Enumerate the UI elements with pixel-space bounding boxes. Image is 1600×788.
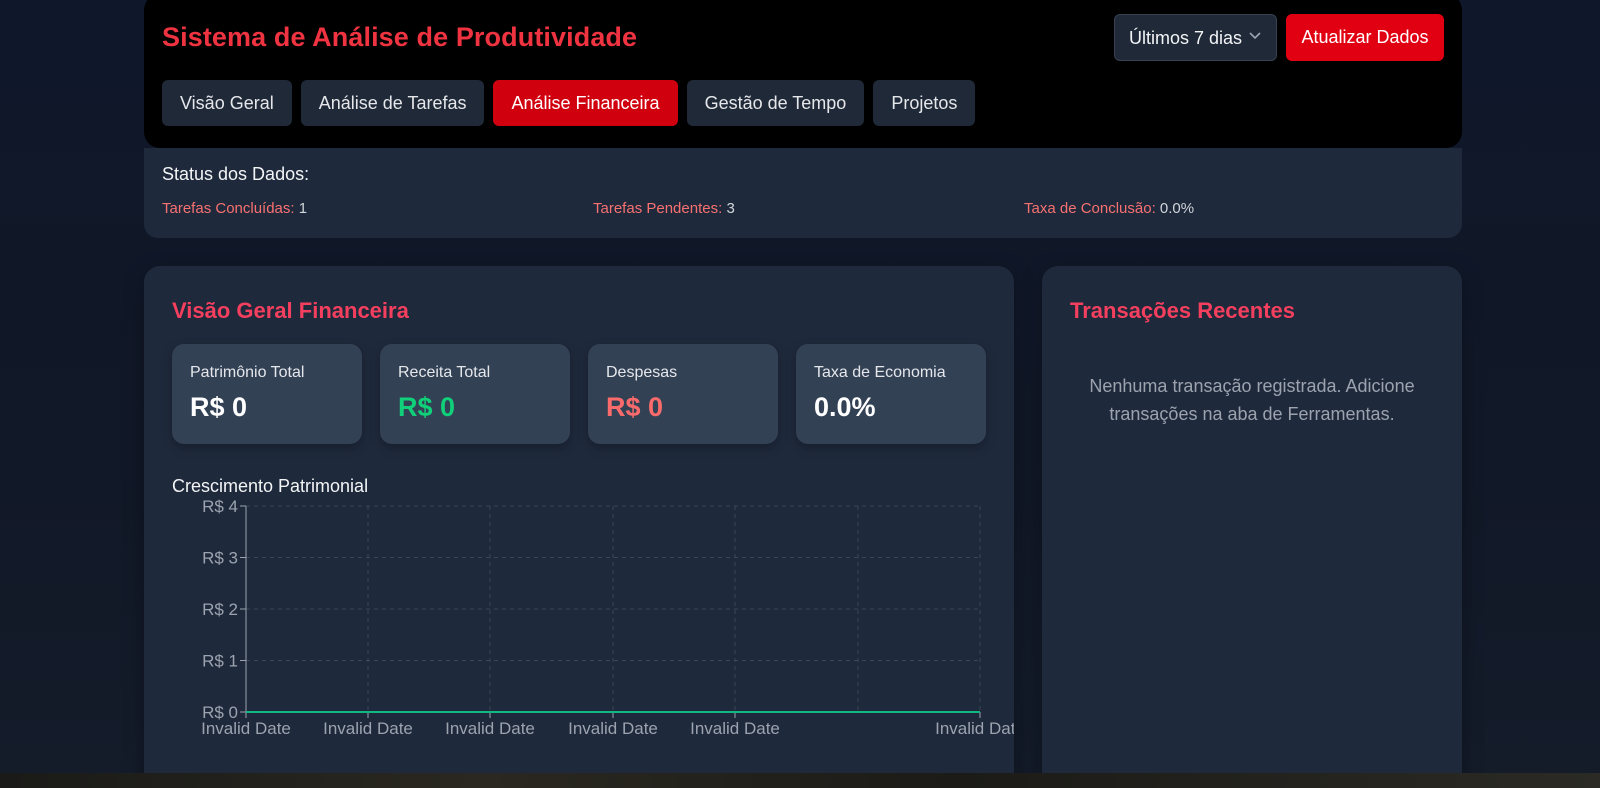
date-range-select[interactable]: Últimos 7 dias [1114,14,1277,61]
wealth-growth-chart: R$ 0R$ 1R$ 2R$ 3R$ 4Invalid Date Invalid … [201,497,1014,738]
chart-title: Crescimento Patrimonial [172,476,369,496]
metric-label: Taxa de Economia [814,364,946,381]
metric-value: R$ 0 [190,392,248,422]
app-header: Sistema de Análise de Produtividade Últi… [144,0,1462,148]
status-label: Tarefas Concluídas: [162,200,295,217]
financial-overview-title: Visão Geral Financeira [172,298,409,323]
date-range-value: Últimos 7 dias [1129,28,1243,48]
y-tick-label: R$ 3 [202,549,238,568]
status-value: 0.0% [1159,200,1195,217]
metric-value: R$ 0 [398,392,456,422]
status-completed-tasks: Tarefas Concluídas: 1 [162,200,307,217]
status-value: 3 [726,200,735,217]
status-completion-rate: Taxa de Conclusão: 0.0% [1024,200,1194,217]
recent-transactions-card: Transações Recentes Nenhuma transação re… [1042,266,1462,788]
metric-label: Patrimônio Total [190,364,305,381]
x-tick-label: Invalid Date [201,719,291,738]
metric-value: 0.0% [814,392,876,422]
status-title: Status dos Dados: [162,164,310,184]
tab-task-analysis[interactable]: Análise de Tarefas [300,80,485,126]
x-tick-label: Invalid Date [568,719,658,738]
status-pending-tasks: Tarefas Pendentes: 3 [593,200,735,217]
app-title: Sistema de Análise de Produtividade [162,22,638,52]
empty-transactions-message: Nenhuma transação registrada. Adicione t… [1089,376,1415,424]
tab-time-management[interactable]: Gestão de Tempo [686,80,865,126]
bottom-strip [0,773,1600,788]
metric-label: Receita Total [398,364,491,381]
tab-bar: Visão Geral Análise de Tarefas Análise F… [162,80,976,126]
metric-total-income: Receita Total R$ 0 [380,344,570,444]
x-tick-label: Invalid Date [323,719,413,738]
x-tick-label: Invalid Date [445,719,535,738]
metric-label: Despesas [606,364,678,381]
metric-value: R$ 0 [606,392,664,422]
x-tick-label: Invalid Date [690,719,780,738]
data-status-panel: Status dos Dados: Tarefas Concluídas: 1 … [144,148,1462,238]
status-value: 1 [298,200,308,217]
x-tick-label: Invalid Date [935,719,1014,738]
status-label: Tarefas Pendentes: [593,200,723,217]
y-tick-label: R$ 1 [202,652,238,671]
tab-overview[interactable]: Visão Geral [162,80,292,126]
status-label: Taxa de Conclusão: [1024,200,1156,217]
tab-projects[interactable]: Projetos [873,80,976,126]
recent-transactions-title: Transações Recentes [1070,298,1296,323]
metric-savings-rate: Taxa de Economia 0.0% [796,344,986,444]
y-tick-label: R$ 4 [202,497,238,516]
chevron-down-icon [1249,32,1261,40]
metric-total-assets: Patrimônio Total R$ 0 [172,344,362,444]
refresh-data-button[interactable]: Atualizar Dados [1286,14,1444,61]
financial-overview-card: Visão Geral Financeira Patrimônio Total … [144,266,1014,788]
y-tick-label: R$ 2 [202,600,238,619]
tab-financial-analysis[interactable]: Análise Financeira [493,80,678,126]
metric-expenses: Despesas R$ 0 [588,344,778,444]
